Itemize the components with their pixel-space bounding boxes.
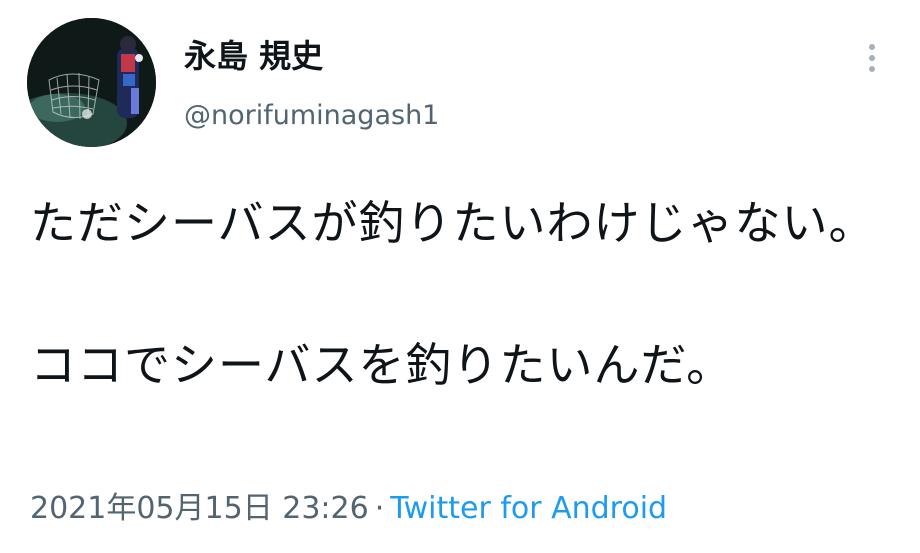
more-vertical-icon <box>869 44 875 50</box>
tweet-paragraph: ただシーバスが釣りたいわけじゃない。 <box>30 196 876 250</box>
display-name[interactable]: 永島 規史 <box>184 36 323 76</box>
user-handle[interactable]: @norifuminagash1 <box>184 98 439 134</box>
source-link[interactable]: Twitter for Android <box>390 491 667 526</box>
timestamp[interactable]: 2021年05月15日 23:26 <box>30 491 369 526</box>
tweet-meta: 2021年05月15日 23:26 · Twitter for Android <box>30 489 667 529</box>
more-options-button[interactable] <box>858 40 886 76</box>
avatar-photo <box>27 18 156 147</box>
tweet-card: 永島 規史 @norifuminagash1 ただシーバスが釣りたいわけじゃない… <box>0 0 920 553</box>
tweet-paragraph: ココでシーバスを釣りたいんだ。 <box>30 338 734 392</box>
avatar[interactable] <box>27 18 156 147</box>
meta-separator: · <box>374 491 385 526</box>
tweet-text: ただシーバスが釣りたいわけじゃない。 ココでシーバスを釣りたいんだ。 <box>30 182 880 406</box>
